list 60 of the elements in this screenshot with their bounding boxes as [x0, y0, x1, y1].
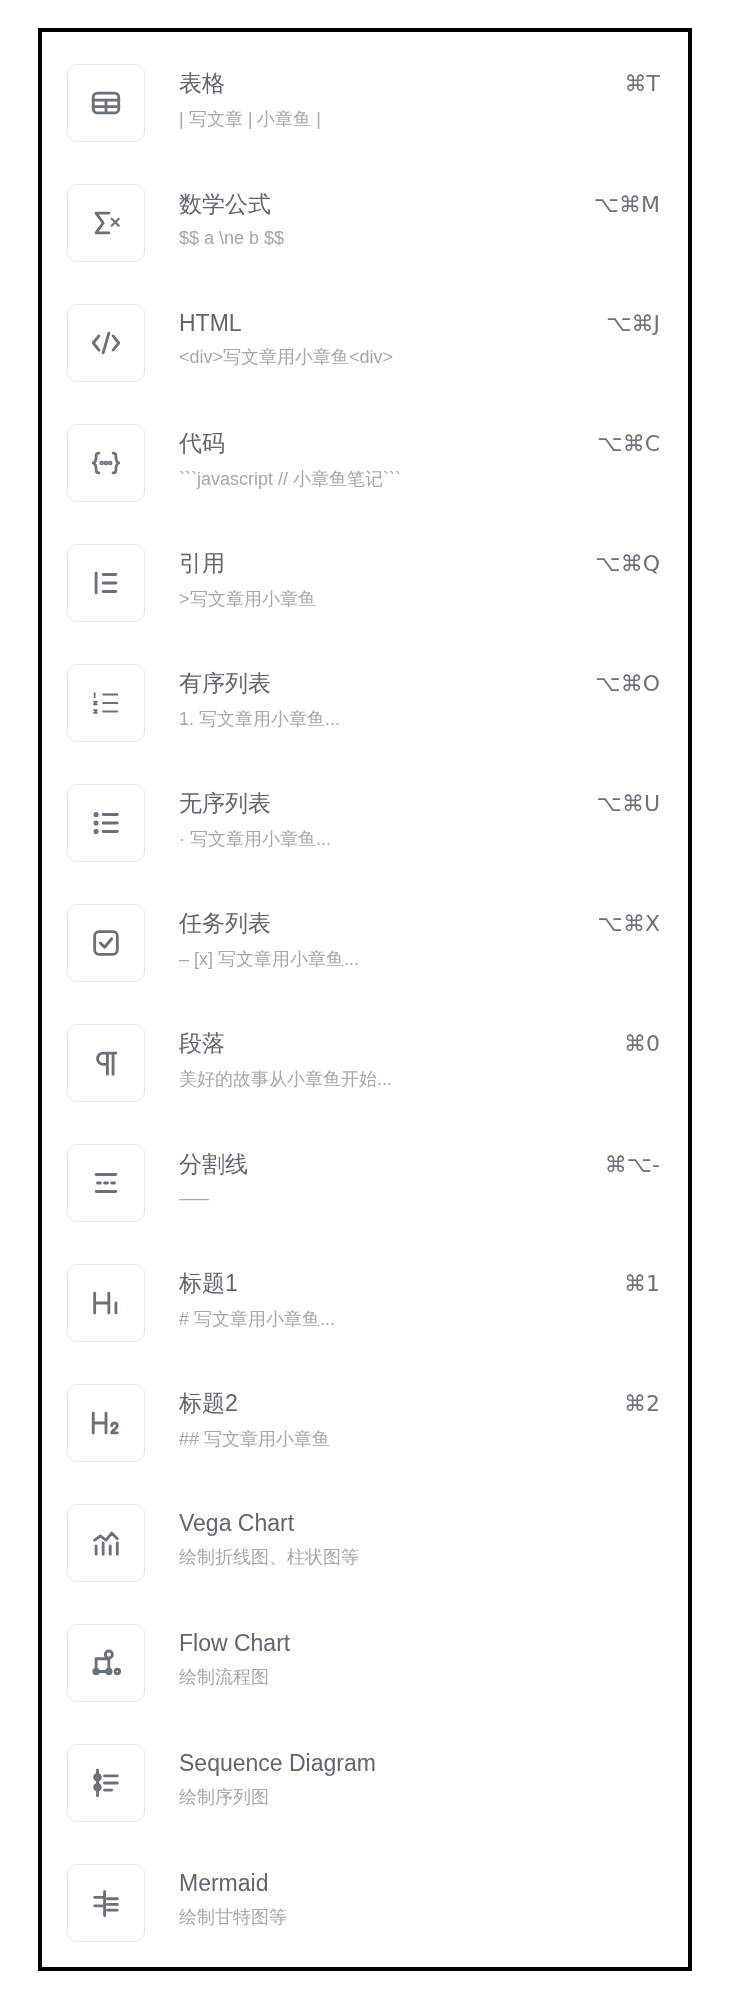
- item-description: 绘制序列图: [179, 1785, 270, 1809]
- item-description: 1. 写文章用小章鱼...: [179, 707, 341, 731]
- item-description: –––: [179, 1188, 211, 1209]
- item-description: 绘制甘特图等: [179, 1905, 288, 1929]
- item-description: # 写文章用小章鱼...: [179, 1307, 336, 1331]
- menu-item[interactable]: HTML ⌥⌘J <div>写文章用小章鱼<div>: [42, 283, 688, 403]
- shortcut-label: ⌥⌘U: [596, 790, 660, 816]
- item-description: – [x] 写文章用小章鱼...: [179, 947, 361, 971]
- item-title: Sequence Diagram: [179, 1749, 376, 1777]
- item-description: 美好的故事从小章鱼开始...: [179, 1067, 393, 1091]
- shortcut-label: ⌥⌘J: [606, 310, 660, 336]
- menu-item[interactable]: Mermaid 绘制甘特图等: [42, 1843, 688, 1963]
- menu-item[interactable]: Flow Chart 绘制流程图: [42, 1603, 688, 1723]
- item-title: Mermaid: [179, 1869, 269, 1897]
- menu-item[interactable]: 段落 ⌘0 美好的故事从小章鱼开始...: [42, 1003, 688, 1123]
- item-title: 表格: [179, 68, 225, 98]
- shortcut-label: ⌥⌘M: [593, 192, 660, 217]
- shortcut-label: ⌘0: [624, 1030, 660, 1056]
- item-title: Vega Chart: [179, 1509, 295, 1537]
- menu-item[interactable]: 无序列表 ⌥⌘U · 写文章用小章鱼...: [42, 763, 688, 883]
- item-title: 段落: [179, 1028, 225, 1058]
- item-description: >写文章用小章鱼: [179, 587, 317, 611]
- item-title: 分割线: [179, 1150, 248, 1179]
- menu-item[interactable]: 任务列表 ⌥⌘X – [x] 写文章用小章鱼...: [42, 883, 688, 1003]
- item-description: $$ a \ne b $$: [179, 228, 286, 249]
- item-title: 任务列表: [179, 908, 271, 938]
- item-title: 无序列表: [179, 788, 271, 818]
- menu-item[interactable]: 引用 ⌥⌘Q >写文章用小章鱼: [42, 523, 688, 643]
- item-title: 引用: [179, 548, 225, 578]
- shortcut-label: ⌥⌘X: [597, 910, 660, 936]
- item-title: Flow Chart: [179, 1629, 291, 1657]
- item-description: · 写文章用小章鱼...: [179, 827, 332, 851]
- item-title: 标题2: [179, 1388, 238, 1418]
- item-title: 有序列表: [179, 668, 271, 698]
- menu-item[interactable]: 表格 ⌘T | 写文章 | 小章鱼 |: [42, 43, 688, 163]
- menu-item[interactable]: Vega Chart 绘制折线图、柱状图等: [42, 1483, 688, 1603]
- shortcut-label: ⌥⌘Q: [595, 550, 660, 576]
- item-description: <div>写文章用小章鱼<div>: [179, 345, 395, 369]
- item-title: 数学公式: [179, 190, 271, 219]
- menu-item[interactable]: 有序列表 ⌥⌘O 1. 写文章用小章鱼...: [42, 643, 688, 763]
- shortcut-label: ⌘T: [624, 70, 660, 96]
- item-description: 绘制折线图、柱状图等: [179, 1545, 360, 1569]
- item-description: 绘制流程图: [179, 1665, 270, 1689]
- shortcut-label: ⌥⌘C: [597, 430, 660, 456]
- item-description: ## 写文章用小章鱼: [179, 1427, 332, 1451]
- shortcut-label: ⌘2: [624, 1390, 660, 1416]
- item-title: 标题1: [179, 1268, 238, 1298]
- menu-item[interactable]: 数学公式 ⌥⌘M $$ a \ne b $$: [42, 163, 688, 283]
- item-title: 代码: [179, 428, 225, 458]
- menu-item[interactable]: 标题1 ⌘1 # 写文章用小章鱼...: [42, 1243, 688, 1363]
- item-description: ```javascript // 小章鱼笔记```: [179, 467, 402, 491]
- menu-item[interactable]: 分割线 ⌘⌥- –––: [42, 1123, 688, 1243]
- shortcut-label: ⌘⌥-: [604, 1152, 660, 1177]
- item-description: | 写文章 | 小章鱼 |: [179, 107, 323, 131]
- menu-item[interactable]: 标题2 ⌘2 ## 写文章用小章鱼: [42, 1363, 688, 1483]
- menu-item[interactable]: Sequence Diagram 绘制序列图: [42, 1723, 688, 1843]
- shortcut-label: ⌘1: [624, 1270, 660, 1296]
- item-title: HTML: [179, 309, 242, 337]
- menu-item[interactable]: 代码 ⌥⌘C ```javascript // 小章鱼笔记```: [42, 403, 688, 523]
- shortcut-label: ⌥⌘O: [595, 670, 660, 696]
